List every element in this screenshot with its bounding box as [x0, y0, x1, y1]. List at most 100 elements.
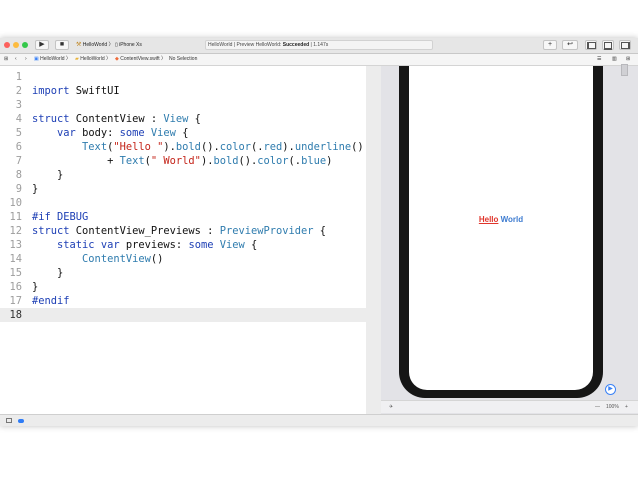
plus-icon: + [547, 41, 553, 48]
breadcrumb-project[interactable]: ▣ HelloWorld 〉 [34, 54, 71, 65]
swift-file-icon: ◆ [115, 56, 119, 62]
close-window-button[interactable] [4, 42, 10, 48]
line-number: 17 [9, 295, 22, 307]
code-line: 17 #endif [0, 294, 366, 308]
code-token: color [219, 141, 251, 153]
line-number: 13 [9, 239, 22, 251]
code-line: 8 } [0, 168, 366, 182]
hide-debug-area-icon[interactable] [6, 418, 12, 423]
breadcrumb-selection[interactable]: No Selection [169, 54, 197, 65]
toolbar: ▶ ■ ⚒ HelloWorld 〉 ▯ iPhone Xs HelloWorl… [0, 38, 638, 54]
stop-button[interactable]: ■ [55, 40, 69, 50]
code-token: + [107, 155, 120, 167]
line-number: 2 [15, 85, 22, 97]
back-icon[interactable]: ‹ [15, 54, 17, 65]
code-line: 7 + Text(" World").bold().color(.blue) [0, 154, 366, 168]
debug-bar [0, 414, 638, 426]
minimize-window-button[interactable] [13, 42, 19, 48]
status-prefix: HelloWorld | Preview HelloWorld: [208, 42, 283, 48]
line-number: 12 [9, 225, 22, 237]
code-token: { [175, 127, 189, 139]
code-token: previews: [119, 239, 189, 251]
play-icon: ▶ [39, 41, 45, 48]
breadcrumb-file[interactable]: ◆ ContentView.swift 〉 [115, 54, 166, 65]
zoom-out-button[interactable]: — [595, 401, 600, 413]
zoom-window-button[interactable] [22, 42, 28, 48]
code-token: Text [119, 155, 145, 167]
stop-icon: ■ [59, 41, 65, 48]
line-number: 10 [9, 197, 22, 209]
breakpoints-toggle-icon[interactable] [18, 419, 24, 423]
preview-hello-text: Hello [478, 215, 499, 224]
inspector-panel-icon [620, 42, 630, 49]
line-number: 5 [15, 127, 22, 139]
forward-icon[interactable]: › [25, 54, 27, 65]
line-number: 9 [15, 183, 22, 195]
code-token: { [188, 113, 201, 125]
code-token: struct [32, 225, 70, 237]
code-token: static [57, 239, 95, 251]
code-token: var [100, 239, 120, 251]
code-token: underline [294, 141, 352, 153]
code-line: 2 import SwiftUI [0, 84, 366, 98]
code-token: ContentView_Previews : [69, 225, 220, 237]
code-review-button[interactable]: ↩ [562, 40, 578, 50]
breadcrumb-file-label: ContentView.swift [120, 56, 160, 62]
preview-canvas: Hello World ▶ ✈ — 100% + [381, 64, 638, 414]
code-review-icon: ↩ [567, 41, 573, 48]
run-button[interactable]: ▶ [35, 40, 49, 50]
chevron-right-icon: 〉 [106, 56, 112, 62]
code-token: ContentView : [69, 113, 164, 125]
debug-panel-icon [604, 42, 612, 50]
line-number: 6 [15, 141, 22, 153]
code-line: 14 ContentView() [0, 252, 366, 266]
code-line: 9} [0, 182, 366, 196]
zoom-in-button[interactable]: + [625, 401, 628, 413]
status-result: Succeeded [282, 42, 310, 48]
chevron-right-icon: 〉 [161, 56, 167, 62]
zoom-level[interactable]: 100% [606, 401, 619, 413]
code-line: 4 struct ContentView : View { [0, 112, 366, 126]
related-items-icon[interactable]: ⊞ [4, 54, 8, 65]
code-token: bold [213, 155, 239, 167]
live-preview-icon: ▶ [608, 386, 613, 392]
code-line: 10 [0, 196, 366, 210]
line-number: 8 [15, 169, 22, 181]
scheme-selector[interactable]: ⚒ HelloWorld 〉 ▯ iPhone Xs [76, 40, 142, 50]
toggle-navigator-button[interactable] [585, 40, 597, 50]
editor-options-icon[interactable]: ☰ [597, 54, 601, 65]
adjust-editor-icon[interactable]: ▥ [612, 54, 617, 65]
code-token: } [57, 169, 64, 181]
code-editor[interactable]: 1 2 import SwiftUI 3 4 struct ContentView … [0, 66, 366, 414]
breadcrumb-group[interactable]: ▰ HelloWorld 〉 [75, 54, 111, 65]
live-preview-button[interactable]: ▶ [605, 384, 616, 395]
code-token: struct [32, 113, 70, 125]
toggle-debug-area-button[interactable] [602, 40, 614, 50]
code-line-current[interactable]: 18 [0, 308, 366, 322]
library-button[interactable]: + [543, 40, 557, 50]
code-line: 15 } [0, 266, 366, 280]
code-token: } [32, 183, 39, 195]
code-token: #endif [32, 295, 70, 307]
code-token: } [32, 281, 39, 293]
code-token: import [32, 85, 70, 97]
code-token: PreviewProvider [219, 225, 314, 237]
code-token: } [57, 267, 64, 279]
code-line: 12 struct ContentView_Previews : PreviewP… [0, 224, 366, 238]
code-token: #if DEBUG [32, 211, 89, 223]
pin-icon[interactable]: ✈ [389, 401, 393, 413]
breadcrumb-group-label: HelloWorld [80, 56, 105, 62]
toggle-inspector-button[interactable] [619, 40, 631, 50]
line-number: 11 [9, 211, 22, 223]
code-token: View [163, 113, 189, 125]
line-number: 7 [15, 155, 22, 167]
code-token: View [150, 127, 176, 139]
preview-world-text: World [498, 215, 524, 224]
code-line: 11 #if DEBUG [0, 210, 366, 224]
navigator-panel-icon [586, 42, 596, 49]
code-line: 13 static var previews: some View { [0, 238, 366, 252]
code-token: ContentView [82, 253, 151, 265]
code-token: { [244, 239, 258, 251]
xcode-window: ▶ ■ ⚒ HelloWorld 〉 ▯ iPhone Xs HelloWorl… [0, 38, 638, 426]
code-token: color [257, 155, 289, 167]
